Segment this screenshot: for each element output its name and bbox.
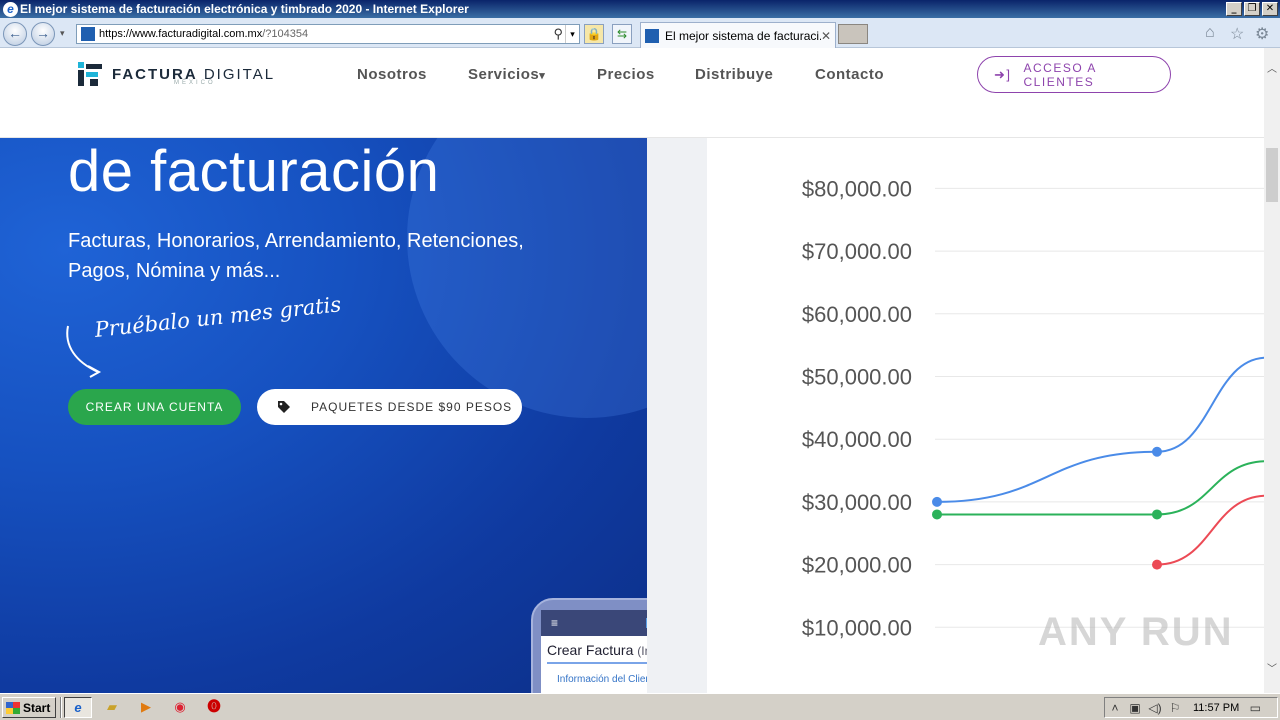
hero-subtitle: Facturas, Honorarios, Arrendamiento, Ret…	[68, 230, 524, 282]
start-label: Start	[23, 700, 51, 715]
phone-mockup: ≡ ··· Crear Factura (Ingreso) Informació…	[531, 598, 647, 693]
menu-contacto[interactable]: Contacto	[815, 66, 884, 83]
lock-icon[interactable]: 🔒	[584, 24, 604, 44]
close-button[interactable]: ✕	[1262, 2, 1278, 16]
restore-button[interactable]: ❐	[1244, 2, 1260, 16]
windows-logo-icon	[6, 701, 20, 714]
client-access-button[interactable]: ➜] ACCESO A CLIENTES	[977, 56, 1171, 93]
address-bar[interactable]: https://www.facturadigital.com.mx/?10435…	[76, 24, 580, 44]
phone-screen-subtitle: (Ingreso)	[637, 644, 647, 658]
create-account-button[interactable]: CREAR UNA CUENTA	[68, 389, 241, 425]
system-tray: ˄ ▣ ◁) ⚐ 11:57 PM ▭	[1104, 697, 1278, 718]
hero-title: de facturación	[68, 139, 440, 204]
data-point	[1152, 559, 1162, 570]
sign-in-icon: ➜]	[994, 66, 1012, 82]
ie-taskbar-icon[interactable]: e	[64, 697, 92, 718]
history-dropdown-icon[interactable]: ▾	[60, 28, 65, 39]
menu-servicios[interactable]: Servicios▾	[468, 66, 545, 83]
y-tick-label: $70,000.00	[802, 239, 912, 264]
scroll-up-icon[interactable]: ︿	[1264, 62, 1280, 78]
y-tick-label: $50,000.00	[802, 365, 912, 390]
tab-close-icon[interactable]: ✕	[821, 29, 835, 43]
chart-gutter	[647, 138, 707, 693]
scroll-thumb[interactable]	[1266, 148, 1278, 202]
browser-tab[interactable]: El mejor sistema de facturaci... ✕	[640, 22, 836, 48]
y-tick-label: $40,000.00	[802, 427, 912, 452]
show-desktop-icon[interactable]: ▭	[1245, 701, 1265, 715]
window-title: El mejor sistema de facturación electrón…	[20, 2, 469, 16]
chrome-icon[interactable]: ◉	[166, 697, 194, 718]
windows-taskbar: Start e ▰ ▶ ◉ ⓿ ˄ ▣ ◁) ⚐ 11:57 PM ▭	[0, 693, 1280, 720]
media-player-icon[interactable]: ▶	[132, 697, 160, 718]
site-favicon-icon	[81, 27, 95, 41]
anyrun-watermark: ANY RUN	[1038, 610, 1234, 654]
address-dropdown-icon[interactable]: ▾	[565, 25, 579, 43]
data-point	[1152, 446, 1162, 457]
url-path: /?104354	[262, 28, 309, 40]
data-point	[932, 496, 942, 507]
hero-section: de facturación Facturas, Honorarios, Arr…	[0, 138, 647, 693]
menu-distribuye[interactable]: Distribuye	[695, 66, 773, 83]
tab-favicon-icon	[645, 28, 659, 43]
y-tick-label: $30,000.00	[802, 490, 912, 515]
y-tick-label: $20,000.00	[802, 553, 912, 578]
y-tick-label: $60,000.00	[802, 302, 912, 327]
tag-icon	[278, 401, 290, 413]
volume-icon[interactable]: ◁)	[1145, 701, 1165, 715]
data-point	[932, 509, 942, 520]
favorites-star-icon[interactable]: ☆	[1230, 24, 1244, 44]
data-point	[1152, 509, 1162, 520]
phone-screen-title: Crear Factura (Ingreso)	[541, 636, 647, 658]
phone-screen-title-text: Crear Factura	[547, 642, 634, 658]
home-icon[interactable]: ⌂	[1205, 24, 1215, 42]
taskbar-separator	[60, 697, 62, 718]
flag-icon[interactable]: ⚐	[1165, 701, 1185, 715]
series-line	[1156, 494, 1264, 566]
try-free-text: Pruébalo un mes gratis	[93, 292, 343, 342]
y-tick-label: $10,000.00	[802, 615, 912, 640]
url-host: https://www.facturadigital.com.mx	[99, 28, 263, 40]
window-title-bar: e El mejor sistema de facturación electr…	[0, 0, 1280, 18]
page-viewport: de facturación Facturas, Honorarios, Arr…	[0, 48, 1264, 693]
forward-arrow-icon[interactable]: →	[31, 22, 55, 46]
tab-title: El mejor sistema de facturaci...	[665, 28, 821, 43]
packages-button[interactable]: PAQUETES DESDE $90 PESOS	[257, 389, 522, 425]
phone-section-label: Información del Cliente	[557, 674, 647, 685]
hamburger-menu-icon: ≡	[551, 616, 559, 630]
y-tick-label: $90,000.00	[802, 138, 912, 139]
taskbar-clock[interactable]: 11:57 PM	[1193, 702, 1239, 714]
menu-servicios-label: Servicios	[468, 66, 540, 83]
back-arrow-icon[interactable]: ←	[3, 22, 27, 46]
folder-icon[interactable]: ▰	[98, 697, 126, 718]
start-button[interactable]: Start	[2, 697, 56, 718]
series-line	[937, 460, 1264, 516]
ie-logo-icon: e	[3, 1, 18, 17]
antivirus-icon[interactable]: ⓿	[200, 697, 228, 718]
minimize-button[interactable]: _	[1226, 2, 1242, 16]
logo-tagline: MÉXICO	[174, 80, 216, 86]
site-logo[interactable]: FACTURA DIGITAL MÉXICO	[76, 60, 275, 88]
tray-expand-icon[interactable]: ˄	[1105, 701, 1125, 715]
scroll-down-icon[interactable]: ﹀	[1264, 662, 1280, 678]
phone-app-bar: ≡ ···	[541, 610, 647, 636]
y-tick-label: $80,000.00	[802, 176, 912, 201]
menu-precios[interactable]: Precios	[597, 66, 655, 83]
chevron-down-icon: ▾	[539, 70, 546, 82]
menu-nosotros[interactable]: Nosotros	[357, 66, 427, 83]
site-header: FACTURA DIGITAL MÉXICO Nosotros Servicio…	[0, 48, 1264, 138]
search-icon[interactable]: ⚲	[553, 26, 563, 42]
network-icon[interactable]: ▣	[1125, 701, 1145, 715]
client-access-label: ACCESO A CLIENTES	[1023, 60, 1097, 89]
series-line	[936, 357, 1264, 503]
new-tab-button[interactable]	[838, 24, 868, 44]
phone-screen: ≡ ··· Crear Factura (Ingreso) Informació…	[541, 610, 647, 693]
factura-digital-logo-icon	[78, 62, 102, 86]
refresh-icon[interactable]: ⇆	[612, 24, 632, 44]
browser-toolbar: ← → ▾ https://www.facturadigital.com.mx /…	[0, 18, 1280, 48]
packages-button-label: PAQUETES DESDE $90 PESOS	[311, 400, 513, 414]
gear-icon[interactable]: ⚙	[1255, 24, 1269, 44]
page-scrollbar[interactable]: ︿ ﹀	[1264, 48, 1280, 693]
